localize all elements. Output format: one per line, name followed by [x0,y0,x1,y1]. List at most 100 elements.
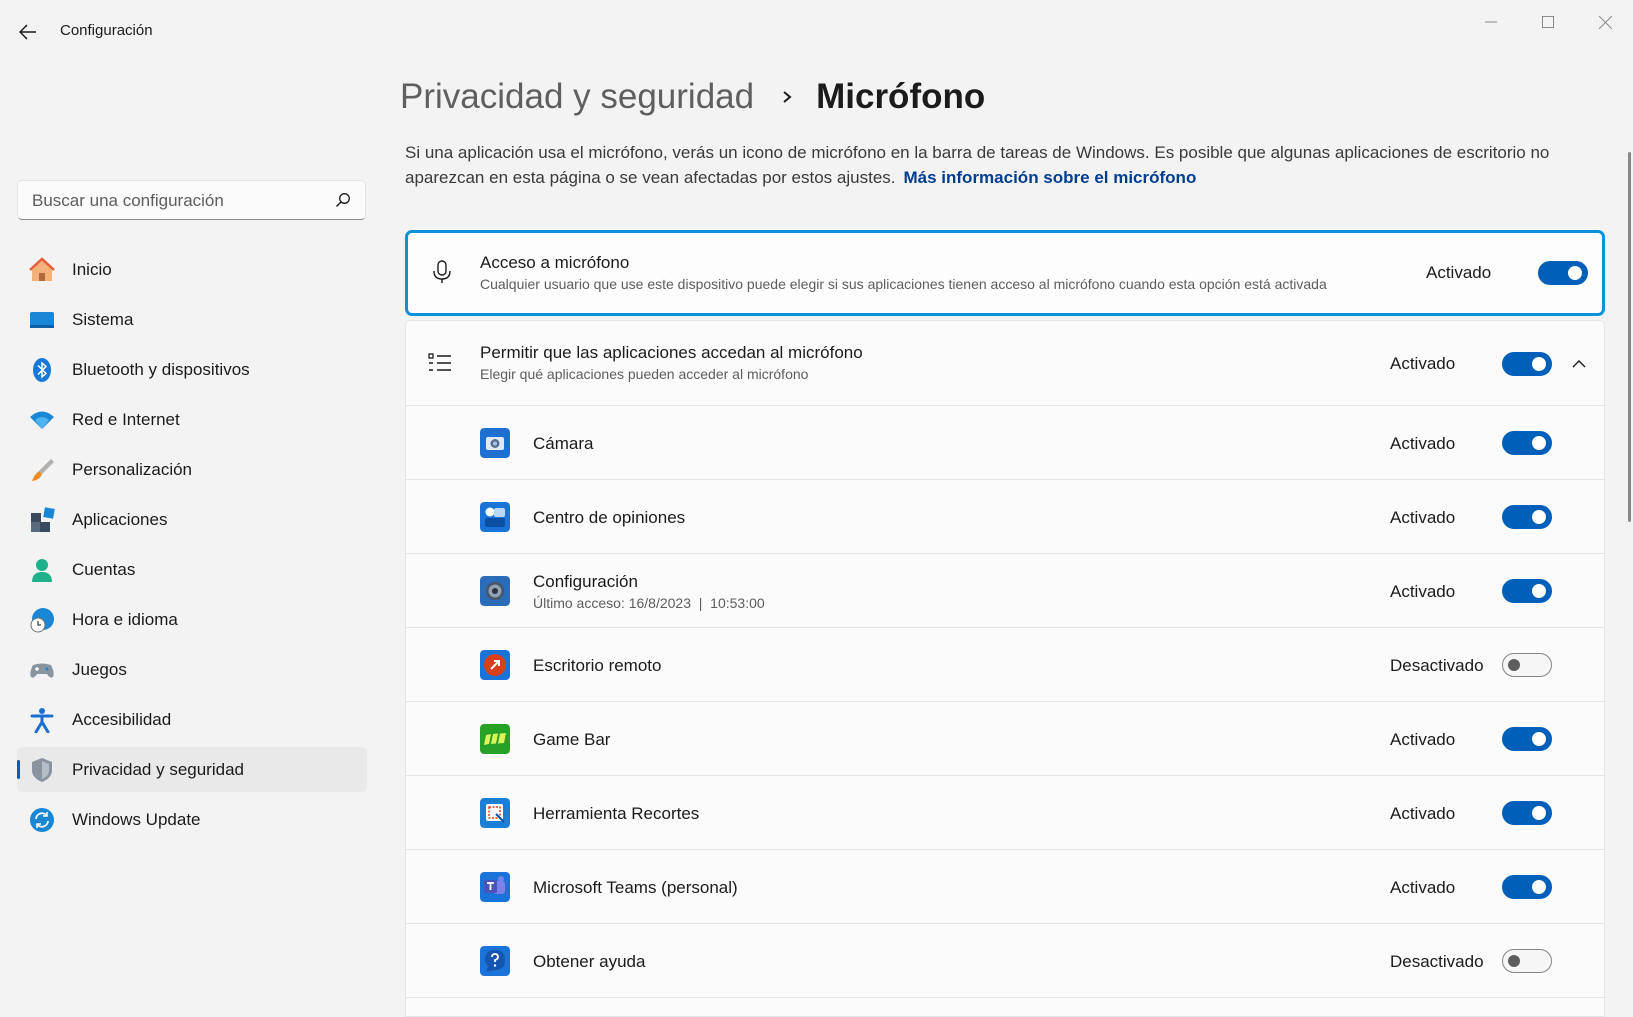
sidebar-item-label: Windows Update [72,810,201,829]
app-last-access: Último acceso: 16/8/2023 | 10:53:00 [533,595,765,611]
sidebar-item-aplicaciones[interactable]: Aplicaciones [17,497,367,542]
microphone-access-toggle[interactable] [1538,261,1588,285]
sidebar-item-juegos[interactable]: Juegos [17,647,367,692]
sidebar-item-personalizacion[interactable]: Personalización [17,447,367,492]
sidebar-item-cuentas[interactable]: Cuentas [17,547,367,592]
sidebar-item-hora[interactable]: Hora e idioma [17,597,367,642]
toggle-knob [1532,806,1546,820]
search-box [17,180,366,221]
app-row-centro-opiniones: Centro de opiniones Activado [406,480,1604,554]
app-status: Desactivado [1390,952,1484,971]
apps-access-header[interactable]: Permitir que las aplicaciones accedan al… [406,321,1604,406]
get-help-icon [480,946,510,976]
app-title: Configuración [60,22,153,39]
app-toggle[interactable] [1502,505,1552,529]
minimize-button[interactable] [1463,0,1519,44]
app-row-game-bar: Game Bar Activado [406,702,1604,776]
app-name: Microsoft Teams (personal) [533,878,738,897]
toggle-knob [1568,266,1582,280]
sidebar-item-red[interactable]: Red e Internet [17,397,367,442]
home-icon [29,257,55,281]
apps-access-card: Permitir que las aplicaciones accedan al… [405,320,1605,1017]
page-title: Micrófono [816,77,986,116]
microphone-access-status: Activado [1426,263,1492,282]
apps-access-subtitle: Elegir qué aplicaciones pueden acceder a… [480,366,809,382]
sidebar-item-accesibilidad[interactable]: Accesibilidad [17,697,367,742]
camera-app-icon [480,428,510,458]
app-toggle[interactable] [1502,801,1552,825]
bluetooth-icon [33,358,51,382]
settings-app-icon [480,576,510,606]
search-icon[interactable] [335,192,351,208]
toggle-knob [1508,659,1520,671]
app-toggle[interactable] [1502,727,1552,751]
app-name: Herramienta Recortes [533,804,700,823]
scrollbar-thumb[interactable] [1628,152,1631,522]
app-toggle[interactable] [1502,949,1552,973]
sidebar-item-label: Bluetooth y dispositivos [72,360,250,379]
learn-more-link[interactable]: Más información sobre el micrófono [904,168,1197,187]
globe-clock-icon [30,608,54,633]
sidebar-item-label: Sistema [72,310,134,329]
toggle-knob [1532,584,1546,598]
app-status: Activado [1390,508,1456,527]
teams-icon [480,872,510,902]
snipping-tool-icon [480,798,510,828]
back-arrow-icon [19,24,36,40]
chevron-up-icon[interactable] [1570,355,1588,373]
update-icon [30,808,54,832]
sidebar-item-label: Hora e idioma [72,610,178,629]
apps-access-title: Permitir que las aplicaciones accedan al… [480,343,863,362]
sidebar-item-inicio[interactable]: Inicio [17,247,367,292]
sidebar-item-privacidad[interactable]: Privacidad y seguridad [17,747,367,792]
app-status: Activado [1390,434,1456,453]
app-row-camara: Cámara Activado [406,406,1604,480]
breadcrumb-parent[interactable]: Privacidad y seguridad [400,77,754,117]
sidebar-item-label: Inicio [72,260,112,279]
sidebar-item-label: Aplicaciones [72,510,168,529]
minimize-icon [1485,21,1497,23]
toggle-knob [1532,510,1546,524]
shield-icon [32,758,52,782]
remote-desktop-icon [480,650,510,680]
back-button[interactable] [10,14,46,50]
game-bar-icon [480,724,510,754]
app-name: Cámara [533,434,594,453]
microphone-access-title: Acceso a micrófono [480,253,630,272]
apps-access-toggle[interactable] [1502,352,1552,376]
microphone-access-subtitle: Cualquier usuario que use este dispositi… [480,276,1327,292]
sidebar-item-label: Cuentas [72,560,136,579]
toggle-knob [1532,436,1546,450]
sidebar-item-label: Accesibilidad [72,710,172,729]
microphone-access-card: Acceso a micrófono Cualquier usuario que… [405,230,1605,316]
sidebar-nav: Inicio Sistema Bluetooth y dispositivos … [17,247,367,847]
sidebar-item-bluetooth[interactable]: Bluetooth y dispositivos [17,347,367,392]
accessibility-icon [30,708,54,733]
close-button[interactable] [1577,0,1633,44]
app-status: Activado [1390,730,1456,749]
app-name: Escritorio remoto [533,656,662,675]
feedback-hub-icon [480,502,510,532]
app-row-recortes: Herramienta Recortes Activado [406,776,1604,850]
app-row-obtener-ayuda: Obtener ayuda Desactivado [406,924,1604,998]
app-toggle[interactable] [1502,875,1552,899]
app-toggle[interactable] [1502,431,1552,455]
microphone-icon [433,260,451,283]
app-toggle[interactable] [1502,579,1552,603]
toggle-knob [1508,955,1520,967]
app-toggle[interactable] [1502,653,1552,677]
sidebar-item-sistema[interactable]: Sistema [17,297,367,342]
gamepad-icon [30,663,54,678]
list-icon [428,353,451,371]
app-row-escritorio-remoto: Escritorio remoto Desactivado [406,628,1604,702]
intro-text: Si una aplicación usa el micrófono, verá… [405,140,1595,190]
sidebar-item-windows-update[interactable]: Windows Update [17,797,367,842]
breadcrumb: Privacidad y seguridad Micrófono [400,72,985,122]
search-input[interactable] [18,181,334,221]
toggle-knob [1532,357,1546,371]
maximize-button[interactable] [1520,0,1576,44]
app-status: Activado [1390,582,1456,601]
app-status: Activado [1390,878,1456,897]
sidebar-item-label: Privacidad y seguridad [72,760,244,779]
app-name: Configuración [533,572,638,591]
